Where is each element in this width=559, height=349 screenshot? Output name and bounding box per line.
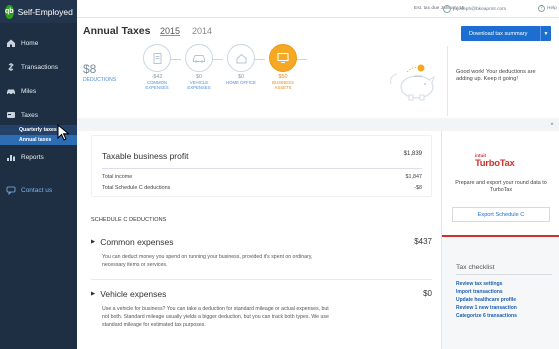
main-content: Taxable business profit $1,839 Total inc… (77, 131, 441, 349)
sidebar-item-home[interactable]: Home (0, 33, 77, 53)
tab-year-2014[interactable]: 2014 (192, 26, 212, 36)
reports-icon (6, 152, 16, 162)
checklist-item[interactable]: Categorize 6 transactions (456, 313, 517, 319)
help-link[interactable]: ? Help (538, 5, 557, 12)
checklist-item[interactable]: Import transactions (456, 289, 503, 295)
category-name: HOME OFFICE (226, 80, 256, 85)
sidebar-item-label: Reports (21, 153, 44, 161)
expense-value: $437 (414, 237, 432, 246)
brand[interactable]: qb Self-Employed (0, 0, 77, 23)
quickbooks-logo-icon: qb (5, 4, 14, 19)
divider (91, 279, 432, 280)
chevron-up-icon[interactable]: ^ (548, 122, 556, 130)
turbotax-wordmark: TurboTax (475, 158, 515, 169)
car-icon (6, 86, 16, 96)
sidebar-item-label: Miles (21, 87, 37, 95)
sidebar-item-taxes[interactable]: Taxes (0, 105, 77, 125)
chevron-down-icon[interactable]: ▼ (540, 26, 551, 41)
category-home-office[interactable]: $0 HOME OFFICE (223, 44, 259, 85)
category-business-assets[interactable]: $50 BUSINESS ASSETS (265, 44, 301, 90)
deductions-total: $8 (83, 62, 97, 76)
profit-title: Taxable business profit (102, 151, 189, 161)
deduction-categories: -$42 COMMON EXPENSES $0 VEHICLE EXPENSES… (139, 44, 439, 108)
sidebar-item-reports[interactable]: Reports (0, 147, 77, 167)
expense-title[interactable]: ▶ Vehicle expenses (91, 289, 166, 299)
deductions-label: DEDUCTIONS (83, 77, 117, 83)
schedule-c-header: SCHEDULE C DEDUCTIONS (91, 217, 167, 223)
sidebar: qb Self-Employed Home Transactions Miles (0, 0, 77, 349)
app-window: qb Self-Employed Home Transactions Miles (0, 0, 559, 349)
checklist-item[interactable]: Update healthcare profile (456, 297, 516, 303)
turbotax-logo: intuit TurboTax (475, 153, 515, 169)
category-vehicle-expenses[interactable]: $0 VEHICLE EXPENSES (181, 44, 217, 90)
right-panel: intuit TurboTax Prepare and export your … (441, 131, 559, 349)
turbotax-description: Prepare and export your round data to Tu… (455, 180, 547, 193)
checklist-item[interactable]: Review 1 new transaction (456, 305, 517, 311)
divider (447, 46, 448, 116)
piggy-bank-icon (387, 62, 439, 109)
profit-row-income: Total income $1,847 (102, 174, 422, 180)
sidebar-item-label: Transactions (21, 63, 58, 71)
car-icon (185, 44, 213, 72)
home-icon (6, 38, 16, 48)
transactions-icon (6, 62, 16, 72)
row-value: $1,847 (405, 174, 423, 180)
annual-taxes-header: Annual Taxes 2015 2014 Download tax summ… (77, 18, 559, 118)
profit-value: $1,839 (403, 151, 422, 157)
sidebar-item-miles[interactable]: Miles (0, 81, 77, 101)
category-name: VEHICLE EXPENSES (187, 80, 211, 90)
row-label: Total Schedule C deductions (102, 185, 171, 191)
divider (102, 168, 422, 169)
category-name: BUSINESS ASSETS (272, 80, 294, 90)
user-menu[interactable]: j.rjoseph@bkeaprint.com (443, 5, 506, 13)
divider (456, 274, 552, 275)
tab-year-2015[interactable]: 2015 (160, 26, 180, 36)
user-email: j.rjoseph@bkeaprint.com (453, 6, 507, 12)
top-bar: Est. tax due January 15 j.rjoseph@bkeapr… (77, 0, 559, 18)
help-icon: ? (538, 5, 545, 12)
receipt-icon (143, 44, 171, 72)
brand-name: Self-Employed (17, 6, 73, 17)
expense-title[interactable]: ▶ Common expenses (91, 237, 173, 247)
profit-row-deductions: Total Schedule C deductions -$8 (102, 185, 422, 191)
help-label: Help (547, 6, 557, 11)
expand-triangle-icon: ▶ (91, 291, 96, 297)
expand-triangle-icon: ▶ (91, 239, 96, 245)
row-value: -$8 (414, 185, 422, 191)
turbotax-card: intuit TurboTax Prepare and export your … (442, 131, 559, 237)
expense-value: $0 (423, 289, 432, 298)
checklist-item[interactable]: Review tax settings (456, 281, 502, 287)
computer-icon (269, 44, 297, 72)
category-name: COMMON EXPENSES (145, 80, 169, 90)
mouse-cursor-icon (57, 123, 71, 147)
sidebar-item-transactions[interactable]: Transactions (0, 57, 77, 77)
contact-us-link[interactable]: Contact us (0, 180, 77, 200)
house-icon (227, 44, 255, 72)
expense-description: Use a vehicle for business? You can take… (102, 306, 329, 328)
category-common-expenses[interactable]: -$42 COMMON EXPENSES (139, 44, 175, 90)
download-label: Download tax summary (469, 30, 528, 37)
expense-title-label: Common expenses (100, 237, 174, 247)
page-title: Annual Taxes (83, 25, 151, 37)
chat-icon (6, 185, 16, 195)
tax-checklist-title: Tax checklist (456, 264, 495, 271)
expense-title-label: Vehicle expenses (100, 289, 167, 299)
taxes-icon (6, 110, 16, 120)
encouragement-message: Good work! Your deductions are adding up… (456, 69, 536, 82)
profit-summary-card: Taxable business profit $1,839 Total inc… (91, 135, 432, 197)
contact-us-label: Contact us (21, 186, 53, 194)
expense-description: You can deduct money you spend on runnin… (102, 254, 313, 268)
user-icon (443, 5, 451, 13)
download-tax-summary-button[interactable]: Download tax summary ▼ (461, 26, 551, 41)
export-schedule-c-button[interactable]: Export Schedule C (452, 207, 550, 222)
row-label: Total income (102, 174, 133, 180)
sidebar-item-label: Home (21, 39, 39, 47)
sidebar-item-label: Taxes (21, 111, 38, 119)
